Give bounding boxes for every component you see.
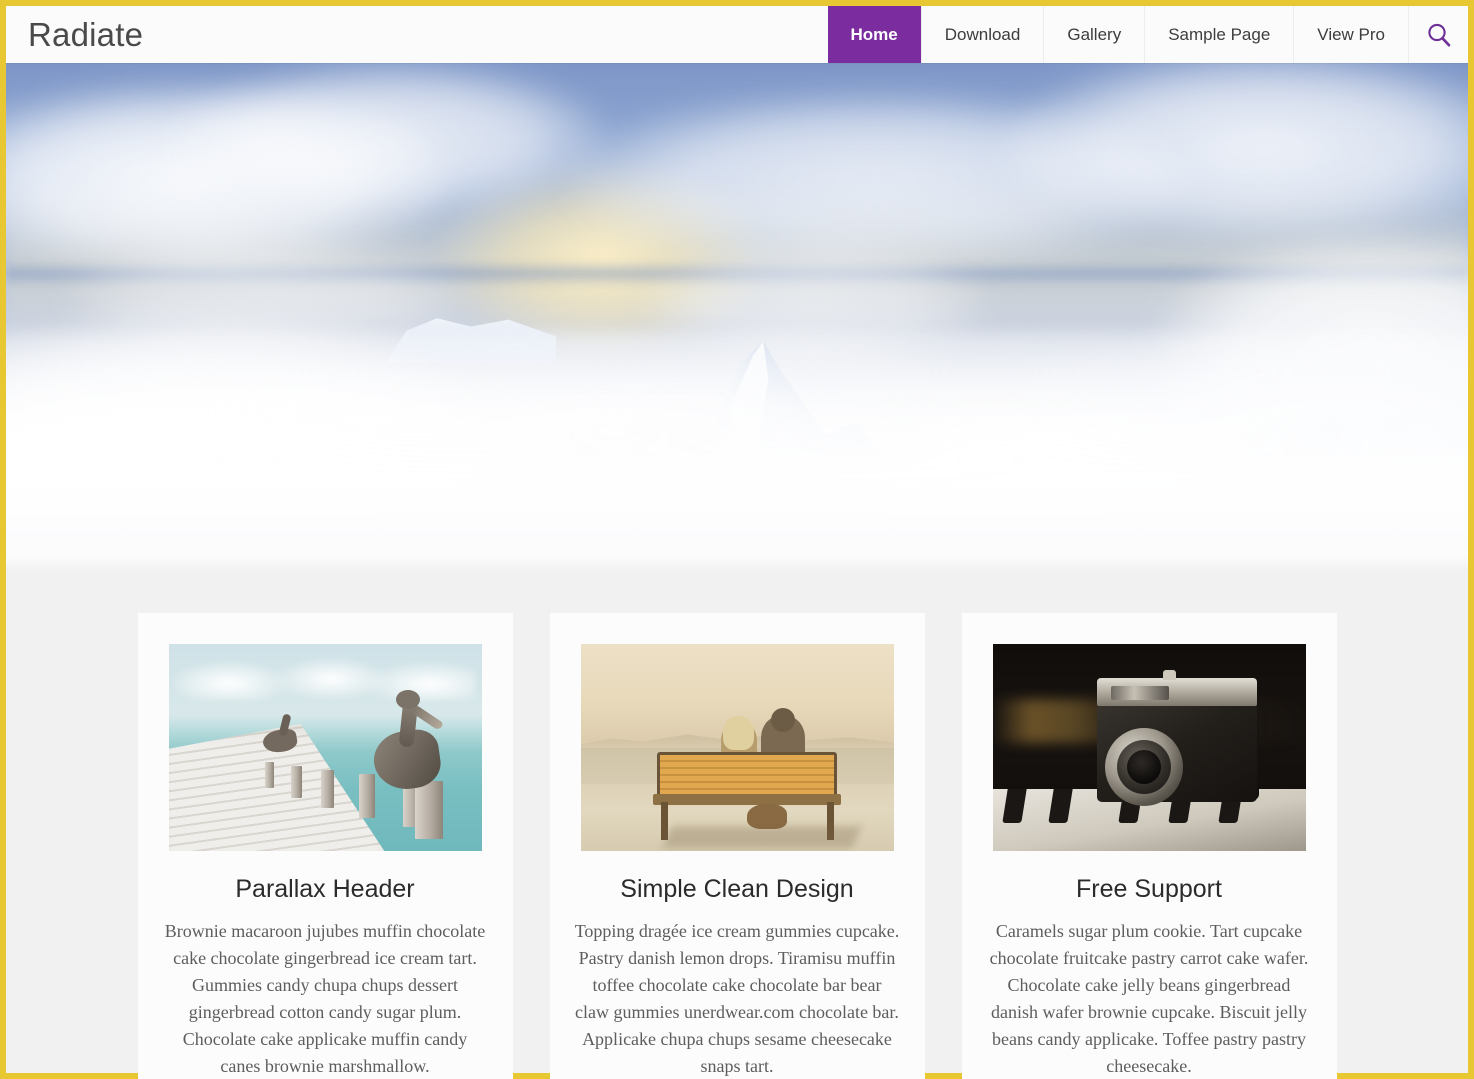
nav-item-home[interactable]: Home [827, 6, 921, 63]
pelican-bill [412, 706, 444, 731]
hero-cloud-deck-lower [6, 437, 1468, 572]
site-header: Radiate Home Download Gallery Sample Pag… [6, 6, 1468, 63]
feature-title: Parallax Header [235, 875, 415, 903]
main-navigation: Home Download Gallery Sample Page View P… [827, 6, 1469, 63]
feature-card: Free Support Caramels sugar plum cookie.… [961, 613, 1337, 1079]
feature-description: Caramels sugar plum cookie. Tart cupcake… [989, 921, 1309, 1076]
pelican-head [395, 690, 420, 709]
hero-cloud [176, 63, 606, 213]
search-toggle-button[interactable] [1408, 6, 1468, 63]
parallax-hero-image [6, 63, 1468, 572]
feature-description: Topping dragée ice cream gummies cupcake… [574, 921, 900, 1076]
search-icon [1425, 21, 1453, 49]
feature-title: Free Support [1076, 875, 1222, 903]
features-section: Parallax Header Brownie macaroon jujubes… [6, 572, 1468, 1079]
feature-description: Brownie macaroon jujubes muffin chocolat… [164, 921, 486, 1076]
pier-post [358, 774, 375, 818]
person-man-head [770, 708, 795, 732]
features-row: Parallax Header Brownie macaroon jujubes… [6, 613, 1468, 1079]
camera-shutter-button [1162, 670, 1176, 680]
bench-seat [652, 794, 841, 805]
pier-post [264, 762, 274, 788]
header-spacer [143, 6, 827, 63]
nav-item-gallery[interactable]: Gallery [1043, 6, 1144, 63]
pier-clouds [174, 658, 475, 700]
feature-image-pier[interactable] [168, 644, 482, 851]
hero-bottom-fade [6, 556, 1468, 572]
bench-shadow [662, 826, 861, 848]
person-woman-hair [722, 716, 754, 750]
feature-image-camera[interactable] [992, 644, 1306, 851]
pier-post [290, 766, 302, 798]
bench-backrest [656, 752, 837, 797]
camera-lens-inner [1126, 750, 1161, 784]
pier-post [320, 770, 334, 808]
nav-item-view-pro[interactable]: View Pro [1293, 6, 1408, 63]
camera-viewfinder [1110, 686, 1169, 700]
feature-card: Parallax Header Brownie macaroon jujubes… [137, 613, 513, 1079]
site-title[interactable]: Radiate [6, 6, 143, 63]
nav-item-sample-page[interactable]: Sample Page [1144, 6, 1293, 63]
feature-image-bench[interactable] [580, 644, 894, 851]
bench-leg [660, 802, 668, 840]
feature-title: Simple Clean Design [620, 875, 854, 903]
pier-post [414, 781, 443, 839]
feature-card: Simple Clean Design Topping dragée ice c… [549, 613, 925, 1079]
nav-item-download[interactable]: Download [920, 6, 1044, 63]
